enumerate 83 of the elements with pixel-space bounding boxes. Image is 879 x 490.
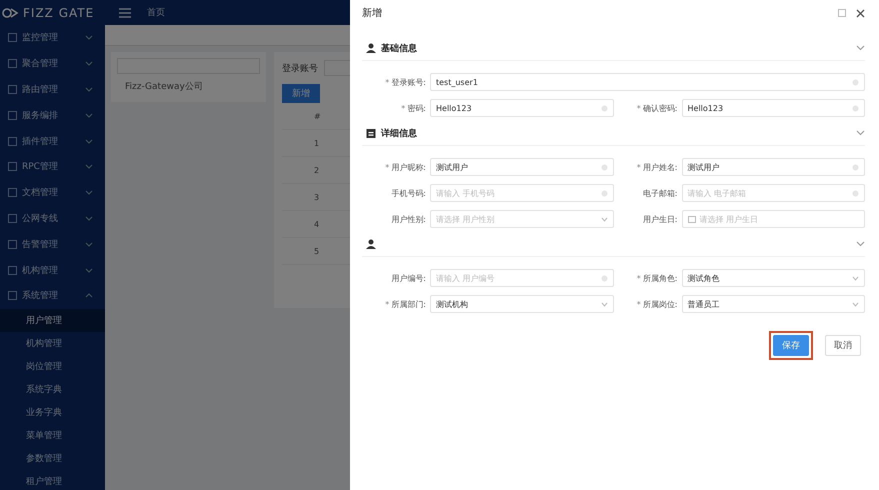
field-label: * 确认密码: [636,102,678,114]
id-card-icon [366,128,376,138]
sidebar-item[interactable]: 聚合管理 [0,50,105,77]
clear-icon[interactable] [600,164,608,170]
input-field[interactable]: Hello123 [682,99,865,117]
field-label: 用户编号: [390,272,427,284]
user-icon [366,239,376,249]
sidebar-item[interactable]: 机构管理 [0,257,105,283]
sidebar-subitem[interactable]: 系统字典 [0,378,105,401]
filter-label: 登录账号 [282,62,318,74]
input-field[interactable]: Hello123 [430,99,614,117]
input-field[interactable]: 测试用户 [682,158,865,176]
clear-icon[interactable] [852,78,859,86]
logo-icon [2,6,20,18]
breadcrumb[interactable]: 首页 [147,6,165,19]
select-field[interactable]: 普通员工 [682,295,865,313]
field-label: * 用户昵称: [384,162,427,172]
tree-node[interactable]: Fizz-Gateway公司 [117,80,260,93]
input-field[interactable]: 请输入 手机号码 [430,184,614,202]
save-button[interactable]: 保存 [773,335,809,356]
field-label: * 所属角色: [636,272,678,284]
user-icon [366,43,376,53]
column-header: # [314,112,321,120]
chevron-icon[interactable] [856,45,865,51]
field-label: * 密码: [400,102,427,114]
sidebar-item[interactable]: 公网专线 [0,206,105,232]
chevron-icon[interactable] [856,130,865,136]
field-label: 用户生日: [642,214,678,224]
caret-icon [600,216,608,222]
table-cell: 2 [314,166,320,174]
cancel-button[interactable]: 取消 [825,335,861,356]
field-label: * 用户姓名: [636,162,678,172]
clear-icon[interactable] [852,164,859,170]
field-label: * 所属部门: [384,298,427,310]
chevron-icon[interactable] [856,241,865,247]
sidebar-subitem[interactable]: 用户管理 [0,308,105,332]
dialog-title: 新增 [362,6,383,20]
sidebar-item[interactable]: 文档管理 [0,180,105,206]
clear-icon[interactable] [600,190,608,196]
table-cell: 3 [314,192,320,202]
select-field[interactable]: 测试机构 [430,295,614,313]
sidebar-subitem[interactable]: 参数管理 [0,446,105,470]
input-field[interactable]: test_user1 [430,73,865,91]
caret-icon [852,302,859,306]
field-label: * 登录账号: [384,76,427,88]
field-label: 电子邮箱: [642,188,678,198]
input-field[interactable]: 请输入 电子邮箱 [682,184,865,202]
clear-icon[interactable] [852,190,859,196]
select-field[interactable]: 测试角色 [682,269,865,287]
table-cell: 1 [314,138,320,148]
field-label: 手机号码: [390,188,427,198]
menu-icon[interactable] [119,8,131,18]
select-field[interactable]: 请选择 用户性别 [430,210,614,228]
sidebar-subitem[interactable]: 业务字典 [0,400,105,424]
sidebar-item[interactable]: 插件管理 [0,128,105,154]
field-label: * 所属岗位: [636,298,678,310]
sidebar-item[interactable]: 监控管理 [0,25,105,51]
sidebar-subitem[interactable]: 菜单管理 [0,424,105,447]
clear-icon[interactable] [852,104,859,112]
clear-icon[interactable] [600,274,608,282]
table-cell: 4 [314,220,320,228]
close-icon[interactable] [856,8,865,18]
date-field[interactable]: 请选择 用户生日 [682,210,865,228]
logo-text: FIZZ GATE [23,6,94,20]
caret-icon [600,302,608,306]
sidebar-item[interactable]: 系统管理 [0,282,105,309]
sidebar-item[interactable]: 告警管理 [0,231,105,258]
maximize-icon[interactable] [838,9,846,17]
sidebar-item[interactable]: 服务编排 [0,102,105,128]
clear-icon[interactable] [600,104,608,112]
caret-icon [852,276,859,280]
add-button[interactable]: 新增 [282,84,320,103]
sidebar-item[interactable]: RPC管理 [0,154,105,180]
table-cell: 5 [314,246,320,256]
sidebar-item[interactable]: 路由管理 [0,76,105,102]
input-field[interactable]: 请输入 用户编号 [430,269,614,287]
sidebar-subitem[interactable]: 岗位管理 [0,354,105,378]
section-title: 详细信息 [381,127,417,140]
section-title: 基础信息 [381,42,417,54]
calendar-icon [688,215,696,223]
input-field[interactable]: 测试用户 [430,158,614,176]
sidebar-subitem[interactable]: 租户管理 [0,470,105,490]
field-label: 用户性别: [390,214,427,224]
